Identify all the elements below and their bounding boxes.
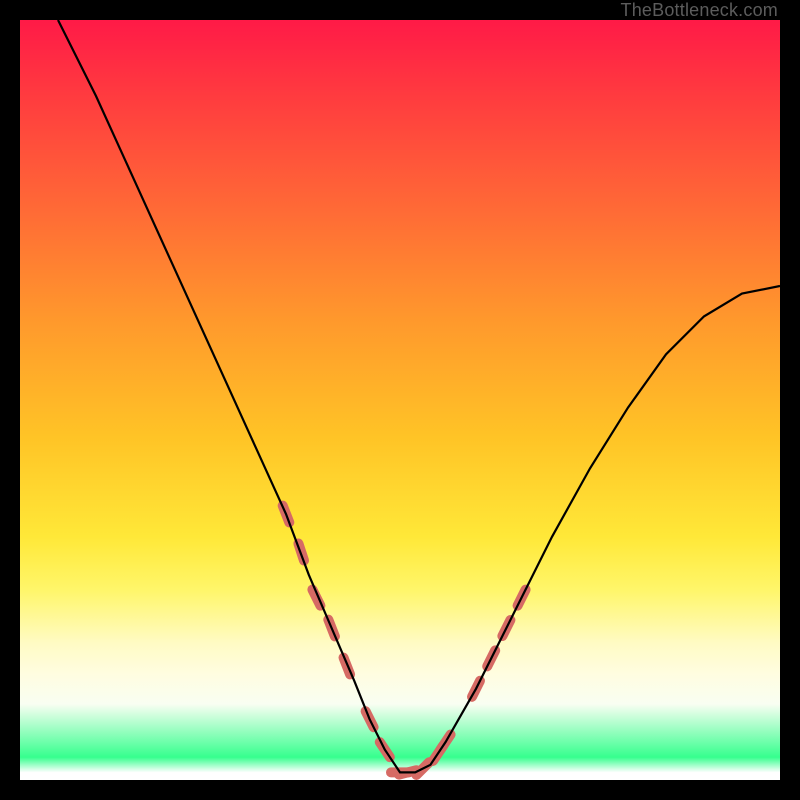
chart-frame xyxy=(20,20,780,780)
gradient-background xyxy=(20,20,780,780)
watermark-text: TheBottleneck.com xyxy=(621,0,778,21)
